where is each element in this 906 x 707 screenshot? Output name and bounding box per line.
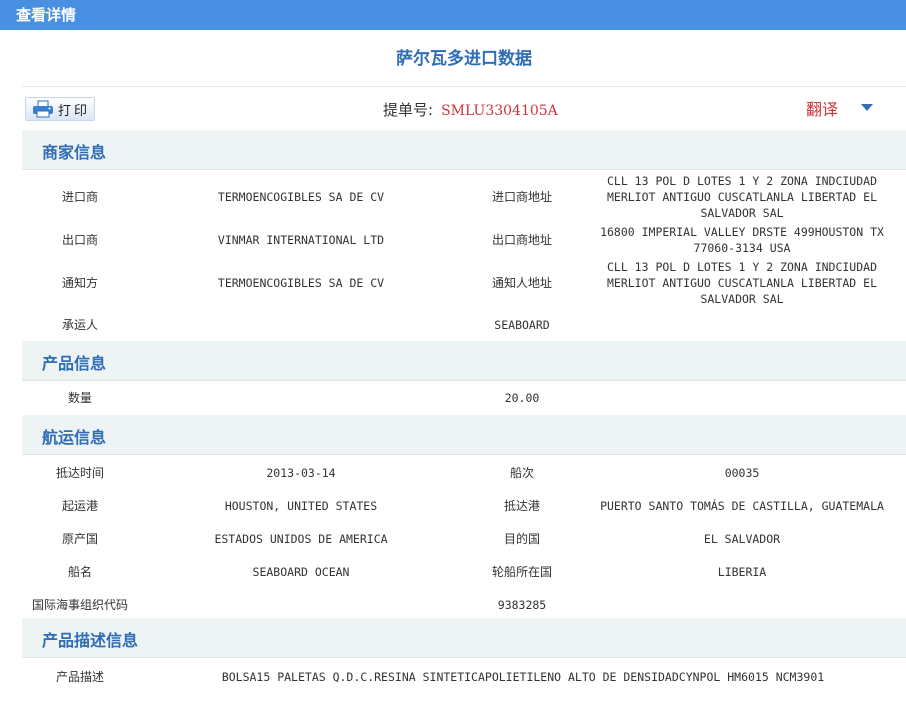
printer-icon [33,100,53,118]
field-label: 起运港 [61,498,98,513]
field-value: 2013-03-14 [266,465,336,480]
translate-button[interactable]: 翻译 [806,96,838,120]
print-button[interactable]: 打印 [25,97,95,121]
section-title: 产品描述信息 [42,631,139,650]
field-label: 目的国 [503,531,540,546]
field-value: PUERTO SANTO TOMÁS DE CASTILLA, GUATEMAL… [600,498,884,513]
field-label: 轮船所在国 [491,564,552,579]
field-label: 进口商地址 [491,190,552,204]
section-description: 产品描述信息 [22,618,906,658]
field-label: 通知人地址 [491,276,552,290]
field-value: BOLSA15 PALETAS Q.D.C.RESINA SINTETICAPO… [221,669,825,684]
table-row: 国际海事组织代码 9383285 [22,588,906,621]
field-label: 船次 [509,465,534,480]
print-label: 打印 [58,103,91,119]
field-value [590,588,894,621]
section-title: 航运信息 [42,428,107,447]
field-value: 20.00 [504,391,540,405]
field-value: SEABOARD [494,318,550,332]
field-value: TERMOENCOGIBLES SA DE CV [217,190,385,204]
field-label: 通知方 [61,276,98,290]
field-label: 产品描述 [55,669,104,684]
field-value: CLL 13 POL D LOTES 1 Y 2 ZONA INDCIUDAD … [606,174,878,220]
table-row: 产品描述 BOLSA15 PALETAS Q.D.C.RESINA SINTET… [22,660,906,693]
field-value: 9383285 [497,597,547,612]
field-value [152,383,450,413]
field-value: TERMOENCOGIBLES SA DE CV [217,276,385,290]
field-value: HOUSTON, UNITED STATES [224,498,378,513]
field-value: ESTADOS UNIDOS DE AMERICA [214,531,388,546]
page-title: 萨尔瓦多进口数据 [396,49,532,69]
field-value: LIBERIA [717,564,767,579]
section-product: 产品信息 [22,341,906,381]
field-value: EL SALVADOR [703,531,781,546]
table-row: 承运人 SEABOARD [22,310,906,340]
section-shipping: 航运信息 [22,415,906,455]
table-row: 起运港 HOUSTON, UNITED STATES 抵达港 PUERTO SA… [22,489,906,522]
top-bar: 查看详情 [0,0,906,30]
field-value: 00035 [724,465,760,480]
field-label: 抵达时间 [55,465,104,480]
field-label: 数量 [67,391,92,405]
bill-number: 提单号: SMLU3304105A [383,99,558,120]
table-row: 通知方 TERMOENCOGIBLES SA DE CV 通知人地址 CLL 1… [22,258,906,308]
bill-number-label: 提单号: [383,101,434,119]
field-value: 16800 IMPERIAL VALLEY DRSTE 499HOUSTON T… [600,225,884,255]
header-title: 查看详情 [16,6,77,24]
field-label: 原产国 [61,531,98,546]
table-row: 进口商 TERMOENCOGIBLES SA DE CV 进口商地址 CLL 1… [22,172,906,222]
field-value: CLL 13 POL D LOTES 1 Y 2 ZONA INDCIUDAD … [606,260,878,306]
section-title: 商家信息 [42,143,107,162]
caret-down-icon[interactable] [861,104,873,111]
field-value [590,310,894,340]
field-value [590,383,894,413]
title-divider [22,86,906,87]
field-label: 抵达港 [503,498,540,513]
field-label: 出口商地址 [491,233,552,247]
table-row: 抵达时间 2013-03-14 船次 00035 [22,456,906,489]
field-label: 国际海事组织代码 [31,597,128,612]
section-merchant: 商家信息 [22,130,906,170]
field-value: SEABOARD OCEAN [252,564,350,579]
table-row: 数量 20.00 [22,383,906,413]
field-label: 船名 [67,564,92,579]
field-label: 出口商 [61,233,98,247]
field-label: 承运人 [61,318,98,332]
table-row: 原产国 ESTADOS UNIDOS DE AMERICA 目的国 EL SAL… [22,522,906,555]
field-value [152,310,450,340]
table-row: 出口商 VINMAR INTERNATIONAL LTD 出口商地址 16800… [22,223,906,257]
field-value [152,588,450,621]
bill-number-value: SMLU3304105A [441,103,558,119]
table-row: 船名 SEABOARD OCEAN 轮船所在国 LIBERIA [22,555,906,588]
section-title: 产品信息 [42,354,107,373]
field-label: 进口商 [61,190,98,204]
field-value: VINMAR INTERNATIONAL LTD [217,233,385,247]
